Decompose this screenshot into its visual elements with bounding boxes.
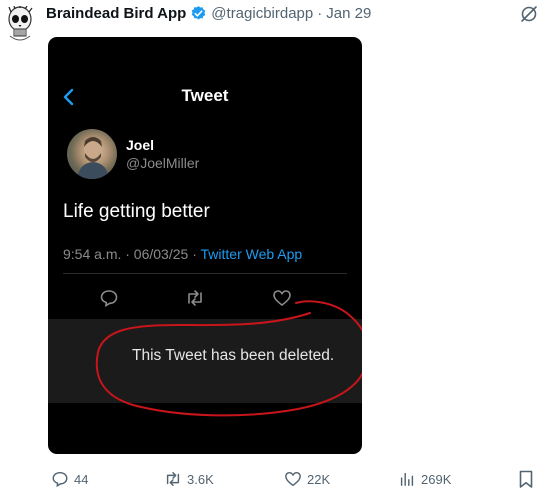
screenshot-header-title: Tweet (181, 86, 229, 105)
views-button[interactable]: 269K (398, 469, 451, 489)
embedded-divider (63, 273, 347, 274)
embedded-retweet-icon (188, 290, 202, 306)
author-avatar[interactable] (6, 5, 34, 42)
embedded-source: Twitter Web App (200, 246, 303, 262)
embedded-like-icon (273, 290, 291, 307)
repost-icon (166, 471, 180, 487)
grok-icon[interactable] (519, 4, 539, 24)
post-header: Braindead Bird App @tragicbirdapp · Jan … (46, 3, 371, 23)
display-name[interactable]: Braindead Bird App (46, 5, 186, 22)
views-chart-icon (400, 472, 414, 487)
embedded-author-name: Joel (126, 137, 155, 153)
repost-button[interactable]: 3.6K (164, 469, 214, 489)
header-separator: · (317, 4, 323, 22)
heart-icon (285, 471, 301, 487)
view-count: 269K (421, 471, 452, 487)
verified-badge-icon (190, 5, 207, 22)
bookmark-button[interactable] (517, 469, 535, 489)
like-button[interactable]: 22K (284, 469, 330, 489)
embedded-tweet-text: Life getting better (63, 201, 210, 222)
reply-count: 44 (74, 471, 89, 487)
reply-button[interactable]: 44 (51, 469, 88, 489)
embedded-tweet-meta: 9:54 a.m. · 06/03/25 · Twitter Web App (63, 246, 302, 262)
reply-icon (52, 471, 68, 488)
joel-profile-photo (67, 129, 117, 179)
embedded-author-handle: @JoelMiller (126, 155, 200, 171)
embedded-reply-icon (100, 290, 118, 307)
like-count: 22K (307, 471, 331, 487)
author-handle[interactable]: @tragicbirdapp (211, 5, 313, 22)
repost-count: 3.6K (187, 471, 214, 487)
skull-avatar-icon (8, 5, 33, 41)
deleted-tweet-message: This Tweet has been deleted. (132, 347, 335, 364)
bookmark-icon (519, 470, 533, 488)
embedded-timestamp: 9:54 a.m. · 06/03/25 · (63, 246, 201, 262)
attached-screenshot[interactable]: Tweet Joel @JoelMiller Life getting bett… (48, 37, 362, 454)
post-date[interactable]: Jan 29 (326, 5, 371, 22)
